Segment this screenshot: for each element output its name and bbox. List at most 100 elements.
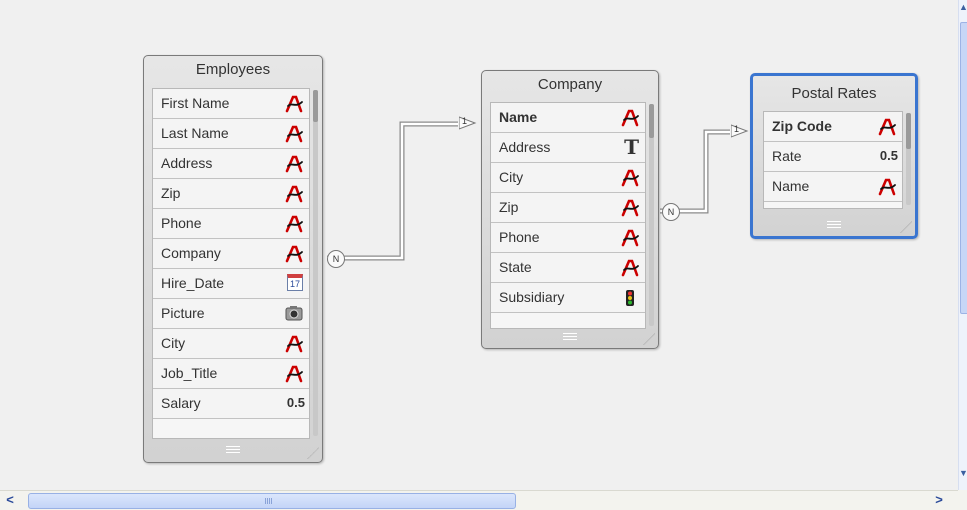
- text-alpha-icon: [878, 178, 896, 196]
- postal-rates-table[interactable]: Postal Rates Zip Code Rate 0.5 Name: [750, 73, 918, 239]
- field-name: State: [499, 259, 532, 275]
- scroll-thumb[interactable]: [313, 90, 318, 122]
- grip-icon[interactable]: [563, 333, 577, 340]
- one-marker: 1: [458, 114, 477, 132]
- grip-icon[interactable]: [827, 221, 841, 228]
- field-name: City: [161, 335, 186, 351]
- text-alpha-icon: [285, 155, 303, 173]
- resize-handle-icon[interactable]: [643, 333, 655, 345]
- text-alpha-icon: [621, 259, 639, 277]
- scroll-right-icon[interactable]: >: [930, 492, 948, 508]
- field-name: Salary: [161, 395, 201, 411]
- field-name: First Name: [161, 95, 230, 111]
- many-marker: N: [662, 203, 680, 221]
- field-row[interactable]: State: [491, 253, 645, 283]
- scroll-thumb[interactable]: [649, 104, 654, 138]
- field-row[interactable]: City: [491, 163, 645, 193]
- text-alpha-icon: [285, 125, 303, 143]
- field-row[interactable]: Company: [153, 239, 309, 269]
- field-name: Company: [161, 245, 221, 261]
- field-row[interactable]: Job_Title: [153, 359, 309, 389]
- field-name: Address: [499, 139, 551, 155]
- field-name: Zip: [499, 199, 519, 215]
- scroll-left-icon[interactable]: <: [2, 492, 18, 508]
- field-row[interactable]: Phone: [491, 223, 645, 253]
- horizontal-scroll-thumb[interactable]: [28, 493, 516, 509]
- table-title[interactable]: Company: [482, 73, 658, 97]
- field-row[interactable]: Zip: [491, 193, 645, 223]
- field-name: Hire_Date: [161, 275, 225, 291]
- field-row[interactable]: Phone: [153, 209, 309, 239]
- field-row[interactable]: First Name: [153, 89, 309, 119]
- table-title[interactable]: Employees: [144, 58, 322, 82]
- text-alpha-icon: [621, 169, 639, 187]
- many-marker: N: [327, 250, 345, 268]
- field-row[interactable]: City: [153, 329, 309, 359]
- field-list[interactable]: Zip Code Rate 0.5 Name: [763, 111, 903, 209]
- grip-icon[interactable]: [226, 446, 240, 453]
- field-row[interactable]: Last Name: [153, 119, 309, 149]
- field-row[interactable]: Name: [491, 103, 645, 133]
- calendar-icon: 17: [287, 274, 303, 291]
- text-T-icon: T: [624, 135, 639, 159]
- horizontal-scrollbar[interactable]: < >: [0, 490, 967, 510]
- field-row[interactable]: Salary 0.5: [153, 389, 309, 419]
- one-label: 1: [462, 116, 468, 126]
- field-name: Rate: [772, 148, 802, 164]
- employees-table[interactable]: Employees First Name Last Name Address Zip P…: [143, 55, 323, 463]
- field-list[interactable]: First Name Last Name Address Zip Phone Compan…: [152, 88, 310, 439]
- field-row[interactable]: Address: [153, 149, 309, 179]
- table-scrollbar[interactable]: [906, 113, 911, 205]
- scrollbar-corner: [958, 490, 967, 509]
- text-alpha-icon: [285, 335, 303, 353]
- field-row[interactable]: Name: [764, 172, 902, 202]
- field-row[interactable]: Rate 0.5: [764, 142, 902, 172]
- company-table[interactable]: Company Name Address T City Zip Phone State Sub…: [481, 70, 659, 349]
- scroll-thumb[interactable]: [906, 113, 911, 149]
- decimal-icon: 0.5: [286, 395, 305, 410]
- traffic-light-icon: [621, 289, 639, 307]
- text-alpha-icon: [621, 229, 639, 247]
- table-title[interactable]: Postal Rates: [753, 82, 915, 106]
- field-row[interactable]: Picture: [153, 299, 309, 329]
- resize-handle-icon[interactable]: [307, 447, 319, 459]
- one-label: 1: [734, 124, 740, 134]
- field-list[interactable]: Name Address T City Zip Phone State Subsidiary: [490, 102, 646, 329]
- vertical-scroll-thumb[interactable]: [960, 22, 967, 314]
- many-label: N: [332, 254, 340, 264]
- field-row[interactable]: Address T: [491, 133, 645, 163]
- table-scrollbar[interactable]: [313, 90, 318, 436]
- field-row[interactable]: Subsidiary: [491, 283, 645, 313]
- field-name: Zip: [161, 185, 181, 201]
- field-name: Subsidiary: [499, 289, 565, 305]
- table-scrollbar[interactable]: [649, 104, 654, 326]
- field-name: Phone: [499, 229, 540, 245]
- field-row[interactable]: Zip Code: [764, 112, 902, 142]
- resize-handle-icon[interactable]: [900, 221, 912, 233]
- field-name: Name: [772, 178, 810, 194]
- field-name: Zip Code: [772, 118, 832, 134]
- text-alpha-icon: [285, 365, 303, 383]
- field-name: Last Name: [161, 125, 229, 141]
- field-row[interactable]: Zip: [153, 179, 309, 209]
- field-name: Name: [499, 109, 538, 125]
- scroll-up-icon[interactable]: ▲: [959, 2, 967, 14]
- one-marker: 1: [730, 122, 749, 140]
- text-alpha-icon: [621, 109, 639, 127]
- scroll-down-icon[interactable]: ▼: [959, 468, 967, 482]
- field-name: Picture: [161, 305, 205, 321]
- camera-icon: [285, 305, 303, 323]
- field-name: Address: [161, 155, 213, 171]
- grip-icon: [265, 498, 273, 504]
- field-name: City: [499, 169, 524, 185]
- text-alpha-icon: [285, 245, 303, 263]
- many-label: N: [667, 207, 675, 217]
- text-alpha-icon: [621, 199, 639, 217]
- field-row[interactable]: Hire_Date 17: [153, 269, 309, 299]
- vertical-scrollbar[interactable]: ▲ ▼: [958, 0, 967, 490]
- decimal-icon: 0.5: [879, 148, 898, 163]
- text-alpha-icon: [285, 95, 303, 113]
- field-name: Phone: [161, 215, 202, 231]
- text-alpha-icon: [285, 185, 303, 203]
- text-alpha-icon: [285, 215, 303, 233]
